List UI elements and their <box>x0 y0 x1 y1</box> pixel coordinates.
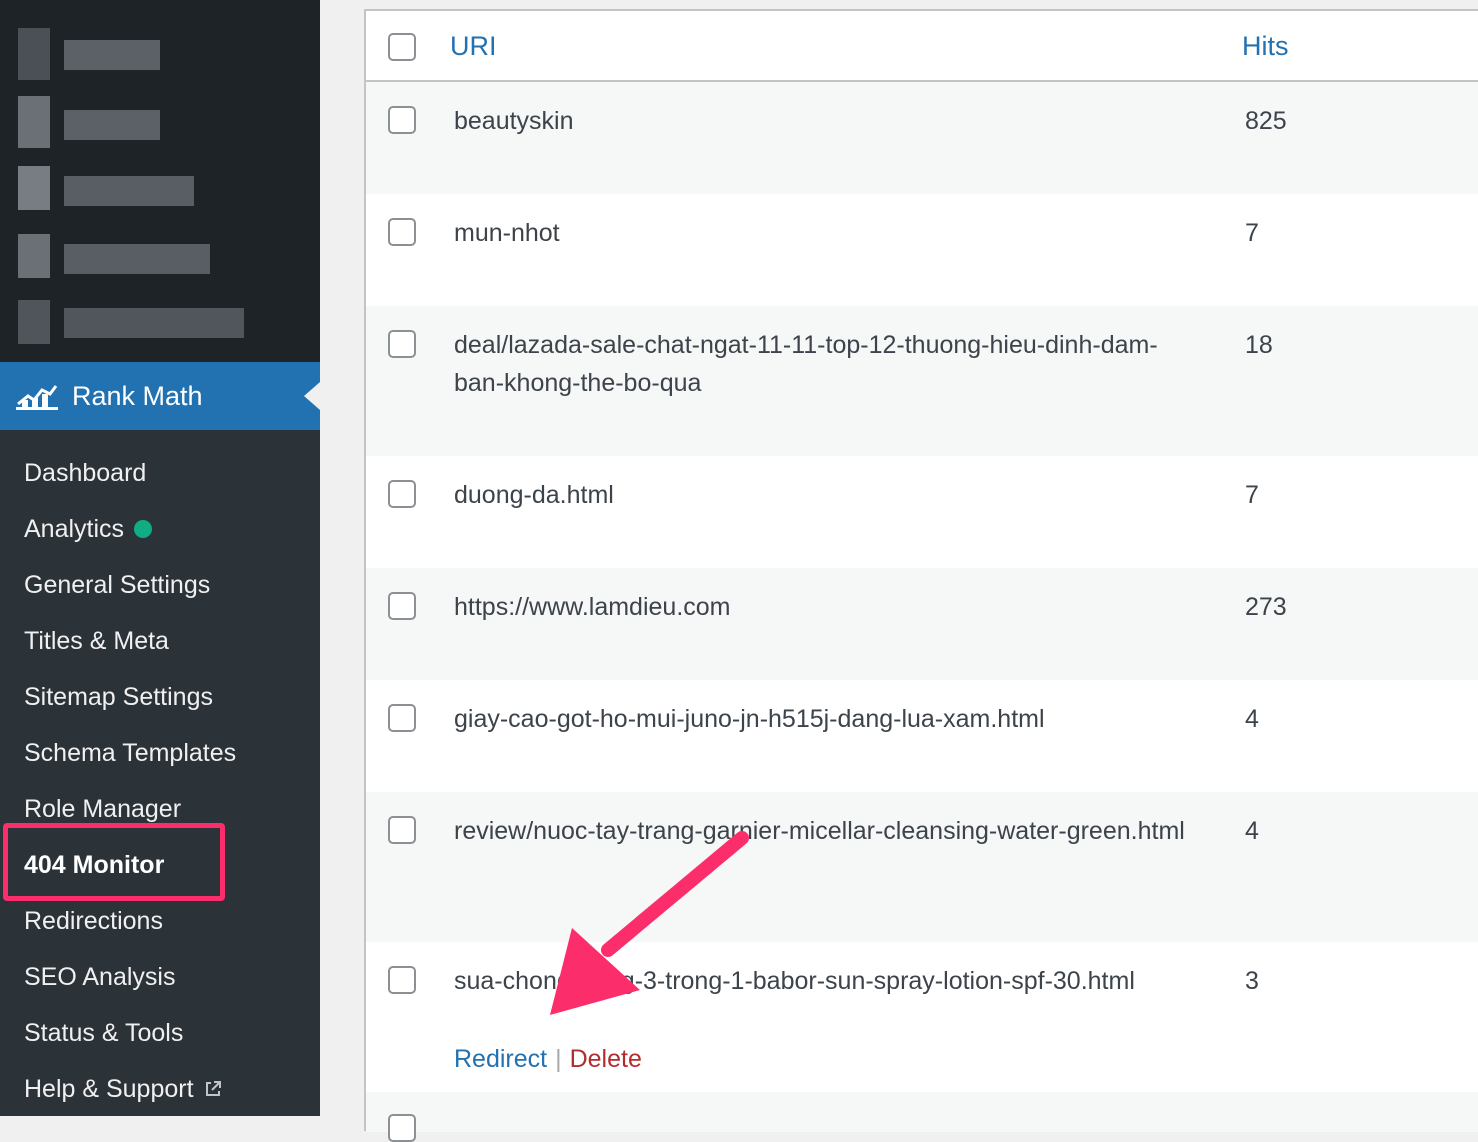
submenu-item-analytics[interactable]: Analytics <box>0 501 320 557</box>
hits-cell: 4 <box>1245 705 1259 733</box>
select-all-checkbox[interactable] <box>388 33 416 61</box>
row-checkbox[interactable] <box>388 106 416 134</box>
column-header-hits[interactable]: Hits <box>1242 31 1289 62</box>
table-row: deal/lazada-sale-chat-ngat-11-11-top-12-… <box>366 306 1478 456</box>
rank-math-submenu: Dashboard Analytics General Settings Tit… <box>0 445 320 1116</box>
submenu-item-label: Status & Tools <box>24 1019 184 1047</box>
row-actions: Redirect | Delete <box>454 1040 642 1078</box>
current-menu-notch <box>304 382 320 410</box>
row-checkbox[interactable] <box>388 480 416 508</box>
submenu-item-label: Analytics <box>24 515 125 543</box>
submenu-item-help-support[interactable]: Help & Support <box>0 1061 320 1116</box>
table-row: review/nuoc-tay-trang-garnier-micellar-c… <box>366 792 1478 942</box>
row-checkbox[interactable] <box>388 966 416 994</box>
uri-cell: giay-cao-got-ho-mui-juno-jn-h515j-dang-l… <box>454 705 1045 733</box>
uri-cell: duong-da.html <box>454 481 614 509</box>
404-log-table: URI Hits beautyskin 825 mun-nhot 7 deal/… <box>364 9 1478 1142</box>
uri-cell: mun-nhot <box>454 219 560 247</box>
status-dot <box>134 520 153 538</box>
uri-cell: sua-chong-nang-3-trong-1-babor-sun-spray… <box>454 967 1135 995</box>
submenu-item-label: Dashboard <box>24 459 147 487</box>
hits-cell: 18 <box>1245 331 1273 359</box>
hits-cell: 4 <box>1245 817 1259 845</box>
submenu-item-label: Schema Templates <box>24 739 237 767</box>
submenu-item-label: Redirections <box>24 907 163 935</box>
submenu-item-general-settings[interactable]: General Settings <box>0 557 320 613</box>
submenu-item-label: Titles & Meta <box>24 627 169 655</box>
hits-cell: 7 <box>1245 481 1259 509</box>
external-link-icon <box>205 1081 221 1096</box>
hits-cell: 825 <box>1245 107 1287 135</box>
submenu-item-label: Help & Support <box>24 1075 194 1103</box>
rank-math-title: Rank Math <box>72 380 203 411</box>
row-checkbox[interactable] <box>388 704 416 732</box>
submenu-item-dashboard[interactable]: Dashboard <box>0 445 320 501</box>
table-row: https://www.lamdieu.com 273 <box>366 568 1478 680</box>
uri-cell: https://www.lamdieu.com <box>454 593 731 621</box>
submenu-item-redirections[interactable]: Redirections <box>0 893 320 949</box>
submenu-item-label: 404 Monitor <box>24 851 165 879</box>
uri-cell: beautyskin <box>454 107 574 135</box>
table-row: beautyskin 825 <box>366 82 1478 194</box>
table-row: sua-chong-nang-3-trong-1-babor-sun-spray… <box>366 942 1478 1092</box>
rank-math-menu[interactable]: Rank Math <box>0 362 320 430</box>
redirect-link[interactable]: Redirect <box>454 1045 547 1073</box>
admin-sidebar: Rank Math Dashboard Analytics General Se… <box>0 0 320 1116</box>
hits-cell: 7 <box>1245 219 1259 247</box>
submenu-item-label: SEO Analysis <box>24 963 176 991</box>
blurred-menu-region <box>0 0 320 362</box>
row-checkbox[interactable] <box>388 816 416 844</box>
uri-cell: deal/lazada-sale-chat-ngat-11-11-top-12-… <box>454 331 1158 397</box>
row-checkbox[interactable] <box>388 1114 416 1142</box>
submenu-item-label: Sitemap Settings <box>24 683 213 711</box>
column-header-uri[interactable]: URI <box>450 31 497 62</box>
submenu-item-seo-analysis[interactable]: SEO Analysis <box>0 949 320 1005</box>
hits-cell: 3 <box>1245 967 1259 995</box>
hits-cell: 273 <box>1245 593 1287 621</box>
delete-link[interactable]: Delete <box>570 1045 642 1073</box>
submenu-item-role-manager[interactable]: Role Manager <box>0 781 320 837</box>
submenu-item-label: General Settings <box>24 571 211 599</box>
row-actions-separator: | <box>555 1045 562 1073</box>
submenu-item-status-tools[interactable]: Status & Tools <box>0 1005 320 1061</box>
table-header: URI Hits <box>366 11 1478 82</box>
table-row: mun-nhot 7 <box>366 194 1478 306</box>
submenu-item-schema-templates[interactable]: Schema Templates <box>0 725 320 781</box>
submenu-item-label: Role Manager <box>24 795 182 823</box>
uri-cell: review/nuoc-tay-trang-garnier-micellar-c… <box>454 817 1185 845</box>
table-row: duong-da.html 7 <box>366 456 1478 568</box>
submenu-item-sitemap-settings[interactable]: Sitemap Settings <box>0 669 320 725</box>
table-row <box>366 1092 1478 1142</box>
row-checkbox[interactable] <box>388 330 416 358</box>
rank-math-logo-icon <box>16 385 58 410</box>
submenu-item-404-monitor[interactable]: 404 Monitor <box>0 837 320 893</box>
row-checkbox[interactable] <box>388 218 416 246</box>
table-row: giay-cao-got-ho-mui-juno-jn-h515j-dang-l… <box>366 680 1478 792</box>
submenu-item-titles-meta[interactable]: Titles & Meta <box>0 613 320 669</box>
row-checkbox[interactable] <box>388 592 416 620</box>
